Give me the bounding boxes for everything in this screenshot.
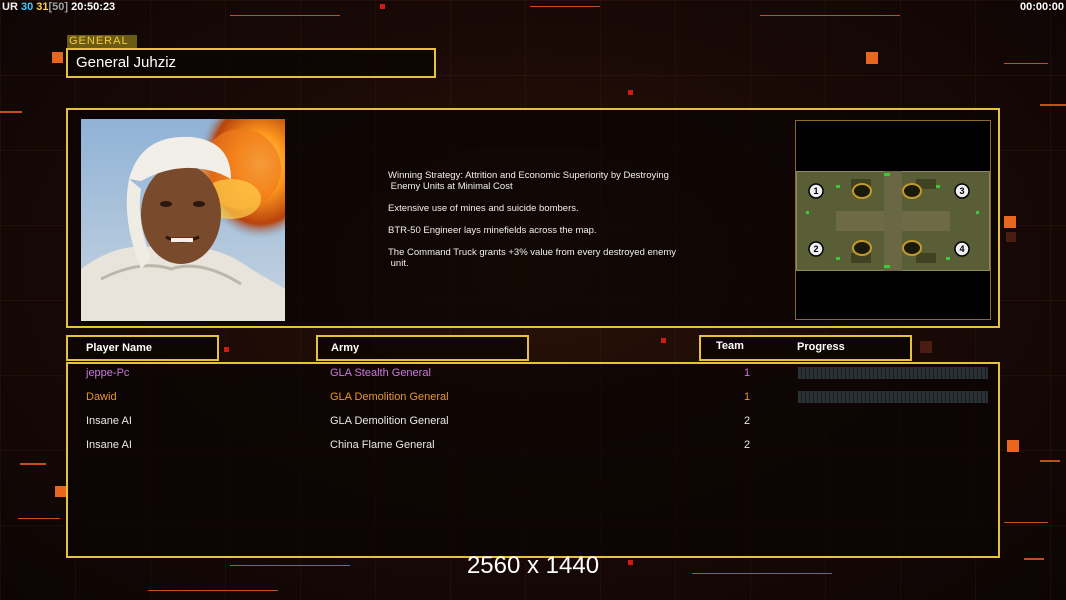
- general-info-panel: Winning Strategy: Attrition and Economic…: [66, 108, 1000, 328]
- player-team: 1: [744, 391, 751, 403]
- deco-line: [148, 590, 278, 591]
- status-bar: UR 30 31[50] 20:50:23 00:00:00: [0, 0, 1066, 14]
- deco-line: [760, 15, 900, 16]
- ur-value-1: 30: [20, 1, 34, 13]
- deco-line: [20, 463, 46, 465]
- map-slot-3: 3: [959, 186, 964, 196]
- deco-square: [920, 341, 932, 353]
- fps-readout: UR 30 31[50] 20:50:23: [2, 1, 115, 13]
- game-clock: 00:00:00: [1019, 1, 1064, 13]
- map-preview: 1 2 3 4: [795, 120, 991, 320]
- deco-square: [1006, 232, 1016, 242]
- column-header-player: Player Name: [66, 335, 219, 361]
- general-tag: GENERAL: [67, 35, 137, 48]
- ur-value-2: 31: [36, 1, 49, 13]
- deco-line: [1040, 104, 1066, 106]
- map-image: 1 2 3 4: [796, 171, 990, 271]
- deco-line: [230, 15, 340, 16]
- strategy-line-3: BTR-50 Engineer lays minefields across t…: [388, 225, 597, 236]
- column-header-army: Army: [316, 335, 529, 361]
- player-name: Insane AI: [86, 439, 132, 451]
- map-slot-2: 2: [813, 244, 818, 254]
- player-team: 2: [744, 439, 751, 451]
- map-slot-4: 4: [959, 244, 964, 254]
- player-army: GLA Demolition General: [330, 391, 449, 403]
- deco-line: [1040, 460, 1060, 462]
- deco-square: [224, 347, 229, 352]
- deco-square: [1007, 440, 1019, 452]
- map-slot-1: 1: [813, 186, 818, 196]
- deco-square: [52, 52, 63, 63]
- strategy-line-2: Extensive use of mines and suicide bombe…: [388, 203, 579, 214]
- player-progress-bar: [798, 391, 988, 403]
- deco-square: [628, 90, 633, 95]
- ur-value-3: [50]: [48, 1, 69, 13]
- deco-square: [1004, 216, 1016, 228]
- strategy-line-4: The Command Truck grants +3% value from …: [388, 247, 677, 269]
- player-name: Insane AI: [86, 415, 132, 427]
- general-portrait: [81, 119, 285, 321]
- deco-line: [1004, 522, 1048, 523]
- deco-square: [55, 486, 66, 497]
- deco-line: [0, 111, 22, 113]
- strategy-line-1: Winning Strategy: Attrition and Economic…: [388, 170, 669, 192]
- player-team: 1: [744, 367, 751, 379]
- deco-line: [1004, 63, 1048, 64]
- player-name: Dawid: [86, 391, 117, 403]
- player-name: jeppe-Pc: [86, 367, 130, 379]
- ur-label: UR: [2, 1, 18, 13]
- column-header-team-progress: Team Progress: [699, 335, 912, 361]
- player-progress-bar: [798, 367, 988, 379]
- column-header-progress: Progress: [797, 341, 845, 353]
- column-header-team: Team: [716, 340, 744, 352]
- player-army: China Flame General: [330, 439, 435, 451]
- player-team: 2: [744, 415, 751, 427]
- player-army: GLA Stealth General: [330, 367, 431, 379]
- deco-square: [866, 52, 878, 64]
- resolution-overlay: 2560 x 1440: [466, 552, 600, 579]
- system-time: 20:50:23: [71, 1, 116, 13]
- player-army: GLA Demolition General: [330, 415, 449, 427]
- deco-square: [661, 338, 666, 343]
- deco-line: [18, 518, 60, 519]
- strategy-text: Winning Strategy: Attrition and Economic…: [388, 170, 708, 280]
- general-name: General Juhziz: [66, 48, 436, 78]
